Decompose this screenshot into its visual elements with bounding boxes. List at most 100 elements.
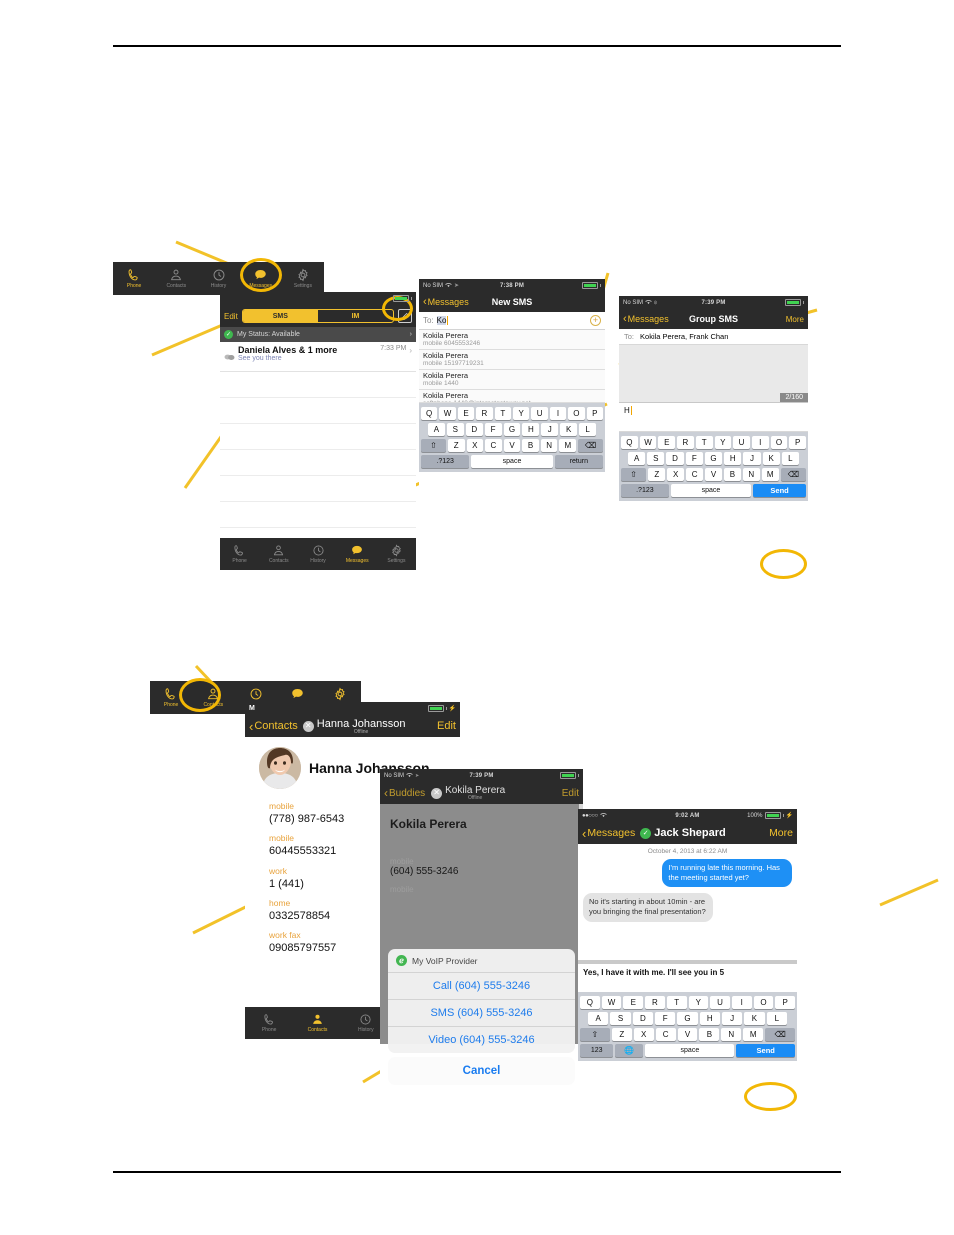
keyboard-row-4[interactable]: 123 🌐 space Send <box>580 1044 795 1057</box>
key[interactable]: C <box>686 468 704 481</box>
key[interactable]: V <box>677 1028 698 1041</box>
back-button[interactable]: ‹ Contacts <box>249 720 298 733</box>
key[interactable]: F <box>655 1012 676 1025</box>
key[interactable]: F <box>484 423 502 436</box>
add-contact-plus-icon[interactable]: + <box>590 315 601 326</box>
action-call[interactable]: Call (604) 555-3246 <box>388 973 575 1000</box>
keyboard-row-3[interactable]: ⇧ Z X C V B N M ⌫ <box>579 1028 796 1041</box>
key[interactable]: M <box>559 439 577 452</box>
send-button[interactable]: Send <box>753 484 806 497</box>
more-button[interactable]: More <box>786 315 804 324</box>
key[interactable]: R <box>645 996 665 1009</box>
space-key[interactable]: space <box>670 484 752 497</box>
key[interactable]: O <box>753 996 774 1009</box>
globe-icon[interactable]: 🌐 <box>615 1044 644 1057</box>
key[interactable]: K <box>744 1012 765 1025</box>
backspace-icon[interactable]: ⌫ <box>780 468 807 481</box>
key[interactable]: Y <box>714 436 732 449</box>
back-button[interactable]: ‹ Messages <box>423 296 469 308</box>
key[interactable]: W <box>639 436 657 449</box>
message-input[interactable]: H <box>619 403 808 432</box>
key[interactable]: N <box>742 468 760 481</box>
key[interactable]: V <box>705 468 722 481</box>
key[interactable]: S <box>446 423 464 436</box>
key[interactable]: L <box>766 1012 787 1025</box>
message-input[interactable]: Yes, I have it with me. I'll see you in … <box>578 964 797 992</box>
key[interactable]: I <box>549 407 567 420</box>
key[interactable]: O <box>568 407 585 420</box>
key[interactable]: H <box>724 452 742 465</box>
key[interactable]: A <box>428 423 445 436</box>
keyboard-row-2[interactable]: A S D F G H J K L <box>621 452 806 465</box>
tab-phone[interactable]: Phone <box>113 262 155 295</box>
return-key[interactable]: return <box>554 455 603 468</box>
space-key[interactable]: space <box>471 455 553 468</box>
send-button[interactable]: Send <box>736 1044 795 1057</box>
keyboard-row-3[interactable]: ⇧ Z X C V B N M ⌫ <box>620 468 807 481</box>
suggestion-item[interactable]: Kokila Perera softphone 1440@internetgat… <box>419 390 605 403</box>
key[interactable]: H <box>522 423 540 436</box>
key[interactable]: A <box>628 452 646 465</box>
key[interactable]: Y <box>688 996 709 1009</box>
voip-action-sheet[interactable]: ℯ My VoIP Provider Call (604) 555-3246 S… <box>388 949 575 1085</box>
tab-settings[interactable]: Settings <box>282 262 324 295</box>
contacts-bottom-tabbar[interactable]: Phone Contacts History <box>245 1007 390 1039</box>
key[interactable]: U <box>733 436 750 449</box>
key[interactable]: W <box>601 996 622 1009</box>
keyboard[interactable]: Q W E R T Y U I O P A S D F G H J K L ⇧ … <box>419 403 605 472</box>
key[interactable]: W <box>439 407 456 420</box>
keyboard-row-3[interactable]: ⇧ Z X C V B N M ⌫ <box>421 439 603 452</box>
numeric-key[interactable]: .?123 <box>621 484 669 497</box>
back-button[interactable]: ‹ Messages <box>582 827 635 840</box>
key[interactable]: Z <box>447 439 465 452</box>
messages-bottom-tabbar[interactable]: Phone Contacts History Messages Settings <box>220 538 416 570</box>
sms-im-segmented-control[interactable]: SMS IM <box>241 309 394 323</box>
key[interactable]: N <box>721 1028 742 1041</box>
key[interactable]: E <box>457 407 475 420</box>
action-video[interactable]: Video (604) 555-3246 <box>388 1027 575 1053</box>
keyboard-row-2[interactable]: A S D F G H J K L <box>580 1012 795 1025</box>
suggestion-item[interactable]: Kokila Perera mobile 1440 <box>419 370 605 390</box>
keyboard[interactable]: Q W E R T Y U I O P A S D F G H J K L ⇧ … <box>619 432 808 501</box>
messages-top-tabbar[interactable]: Phone Contacts History Messages Settings <box>113 262 324 295</box>
key[interactable]: Q <box>420 407 438 420</box>
key[interactable]: J <box>541 423 559 436</box>
edit-button[interactable]: Edit <box>437 720 456 732</box>
key[interactable]: G <box>704 452 723 465</box>
numeric-key[interactable]: .?123 <box>421 455 470 468</box>
key[interactable]: V <box>503 439 521 452</box>
key[interactable]: U <box>531 407 548 420</box>
to-input-value[interactable]: Ko <box>436 316 447 325</box>
key[interactable]: P <box>586 407 604 420</box>
key[interactable]: F <box>685 452 703 465</box>
tab-history[interactable]: History <box>298 538 337 570</box>
keyboard-row-1[interactable]: Q W E R T Y U I O P <box>620 436 807 449</box>
key[interactable]: M <box>743 1028 764 1041</box>
key[interactable]: G <box>677 1012 698 1025</box>
key[interactable]: M <box>761 468 779 481</box>
tab-contacts[interactable]: Contacts <box>155 262 197 295</box>
key[interactable]: B <box>522 439 539 452</box>
key[interactable]: D <box>666 452 684 465</box>
edit-button[interactable]: Edit <box>224 312 238 321</box>
key[interactable]: O <box>770 436 788 449</box>
key[interactable]: B <box>699 1028 720 1041</box>
keyboard[interactable]: Q W E R T Y U I O P A S D F G H J K L ⇧ … <box>578 992 797 1061</box>
key[interactable]: Q <box>620 436 638 449</box>
key[interactable]: T <box>695 436 713 449</box>
key[interactable]: J <box>721 1012 743 1025</box>
key[interactable]: S <box>610 1012 631 1025</box>
backspace-icon[interactable]: ⌫ <box>578 439 603 452</box>
key[interactable]: S <box>647 452 665 465</box>
tab-settings[interactable]: Settings <box>377 538 416 570</box>
to-field[interactable]: To: Ko + <box>419 312 605 330</box>
keyboard-row-4[interactable]: .?123 space return <box>421 455 603 468</box>
action-sms[interactable]: SMS (604) 555-3246 <box>388 1000 575 1027</box>
space-key[interactable]: space <box>645 1044 735 1057</box>
key[interactable]: P <box>789 436 807 449</box>
to-field[interactable]: To: Kokila Perera, Frank Chan <box>619 329 808 345</box>
tab-contacts[interactable]: Contacts <box>293 1007 341 1039</box>
key[interactable]: H <box>699 1012 720 1025</box>
key[interactable]: L <box>579 423 597 436</box>
keyboard-row-1[interactable]: Q W E R T Y U I O P <box>420 407 604 420</box>
